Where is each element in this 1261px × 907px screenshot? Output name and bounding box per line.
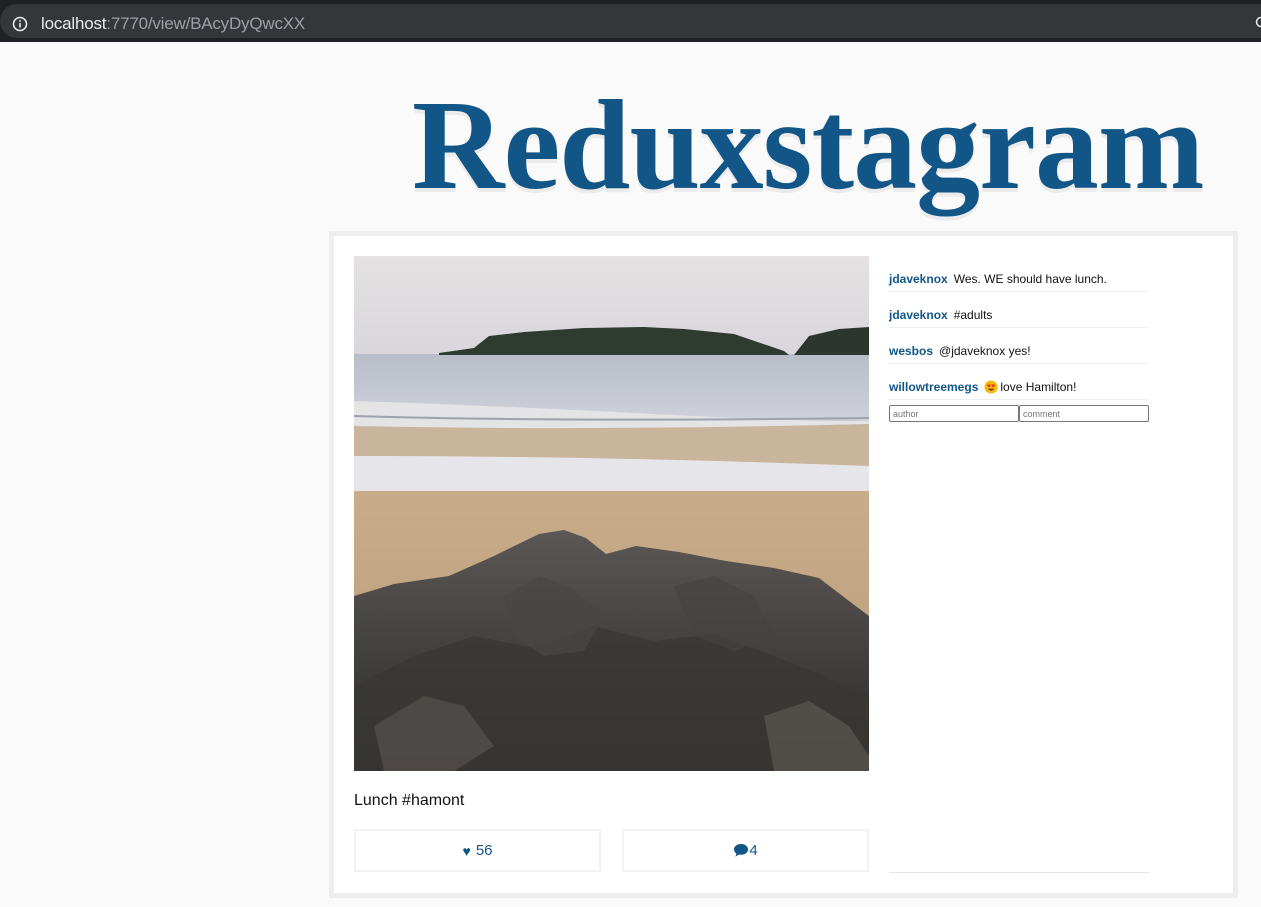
author-input[interactable] xyxy=(889,405,1019,422)
comment-author[interactable]: wesbos xyxy=(889,344,933,358)
comment-author[interactable]: jdaveknox xyxy=(889,308,948,322)
heart-eyes-emoji-icon xyxy=(984,380,998,394)
url-text[interactable]: localhost:7770/view/BAcyDyQwcXX xyxy=(41,13,305,35)
comment-item: jdaveknox #adults xyxy=(889,292,1149,328)
comment-item: jdaveknox Wes. WE should have lunch. xyxy=(889,256,1149,292)
comments-divider xyxy=(889,872,1149,873)
comment-item: willowtreemegs love Hamilton! xyxy=(889,364,1149,400)
url-path: :7770/view/BAcyDyQwcXX xyxy=(106,14,306,33)
comment-text: #adults xyxy=(953,308,993,322)
comments-button[interactable]: 4 xyxy=(622,829,869,872)
comment-author[interactable]: jdaveknox xyxy=(889,272,948,286)
like-button[interactable]: ♥ 56 xyxy=(354,829,601,872)
comment-text: love Hamilton! xyxy=(1000,380,1077,394)
comment-author[interactable]: willowtreemegs xyxy=(889,380,978,394)
comment-form xyxy=(889,405,1149,422)
post-photo[interactable] xyxy=(354,256,869,771)
browser-toolbar: localhost:7770/view/BAcyDyQwcXX xyxy=(0,0,1261,42)
comments-panel: jdaveknox Wes. WE should have lunch. jdav… xyxy=(889,256,1149,873)
address-bar[interactable]: localhost:7770/view/BAcyDyQwcXX xyxy=(0,4,1261,38)
post-caption: Lunch #hamont xyxy=(354,792,465,809)
info-icon[interactable] xyxy=(12,16,28,32)
search-icon[interactable] xyxy=(1255,16,1261,30)
comment-text: @jdaveknox yes! xyxy=(939,344,1031,358)
speech-bubble-icon xyxy=(733,843,749,858)
url-host: localhost xyxy=(41,14,107,33)
comment-item: wesbos @jdaveknox yes! xyxy=(889,328,1149,364)
comment-input[interactable] xyxy=(1019,405,1149,422)
heart-icon: ♥ xyxy=(462,842,471,859)
likes-count: 56 xyxy=(475,842,493,859)
comment-text: Wes. WE should have lunch. xyxy=(953,272,1107,286)
beach-photo-image xyxy=(354,256,869,771)
page-title[interactable]: Reduxstagram xyxy=(412,70,1204,220)
comments-count: 4 xyxy=(749,842,758,859)
single-photo-card: Lunch #hamont ♥ 56 4 jdaveknox Wes. WE sh… xyxy=(329,231,1238,898)
